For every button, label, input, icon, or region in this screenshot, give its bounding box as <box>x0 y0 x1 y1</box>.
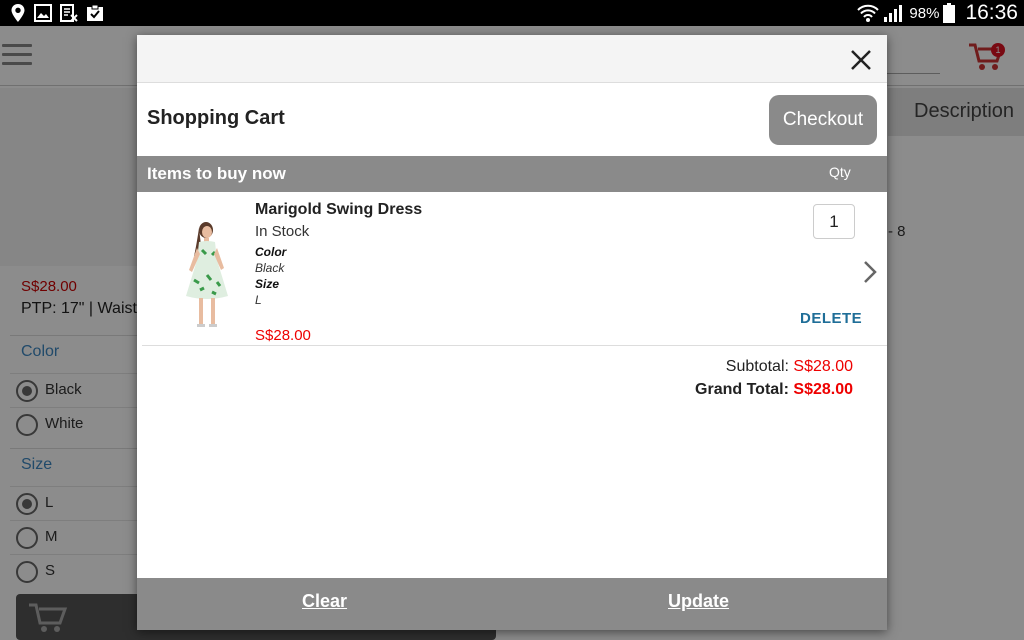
product-thumbnail[interactable] <box>172 220 242 330</box>
quantity-input[interactable] <box>813 204 855 239</box>
clipboard-check-icon <box>87 4 103 21</box>
item-size-value: L <box>255 293 262 307</box>
clear-button[interactable]: Clear <box>302 591 347 612</box>
signal-icon <box>884 5 903 22</box>
document-x-icon <box>60 4 78 22</box>
item-color-label: Color <box>255 245 287 259</box>
checkout-button[interactable]: Checkout <box>769 95 877 145</box>
grand-total-label: Grand Total: <box>695 381 789 398</box>
items-header-bar: Items to buy now Qty <box>137 156 887 192</box>
wifi-icon <box>857 4 880 22</box>
subtotal-label: Subtotal: <box>725 358 789 375</box>
location-icon <box>11 4 25 22</box>
close-icon[interactable] <box>848 47 874 73</box>
subtotal-line: Subtotal: S$28.00 <box>537 355 853 378</box>
chevron-right-icon[interactable] <box>862 260 878 284</box>
clock: 16:36 <box>965 1 1018 24</box>
shopping-cart-modal: Shopping Cart Checkout Items to buy now … <box>137 35 887 630</box>
modal-bottom-bar: Clear Update <box>137 578 887 630</box>
grand-total-value: S$28.00 <box>793 381 853 398</box>
item-size-label: Size <box>255 277 280 291</box>
battery-icon <box>943 3 956 23</box>
modal-top-bar <box>137 35 887 83</box>
update-button[interactable]: Update <box>668 591 729 612</box>
delete-item-button[interactable]: DELETE <box>800 310 862 327</box>
cart-totals: Subtotal: S$28.00 Grand Total: S$28.00 <box>537 355 853 401</box>
item-price: S$28.00 <box>255 327 311 344</box>
battery-percent: 98% <box>909 4 940 22</box>
image-icon <box>34 4 52 22</box>
qty-header: Qty <box>829 164 851 180</box>
cart-title: Shopping Cart <box>147 107 285 129</box>
grand-total-line: Grand Total: S$28.00 <box>537 378 853 401</box>
item-color-value: Black <box>255 261 285 275</box>
item-stock-status: In Stock <box>255 223 310 240</box>
status-bar: 98% 16:36 <box>0 0 1024 26</box>
item-name[interactable]: Marigold Swing Dress <box>255 201 422 219</box>
cart-item-row: Marigold Swing Dress In Stock Color Blac… <box>142 192 887 346</box>
items-header-label: Items to buy now <box>147 164 286 183</box>
subtotal-value: S$28.00 <box>793 358 853 375</box>
